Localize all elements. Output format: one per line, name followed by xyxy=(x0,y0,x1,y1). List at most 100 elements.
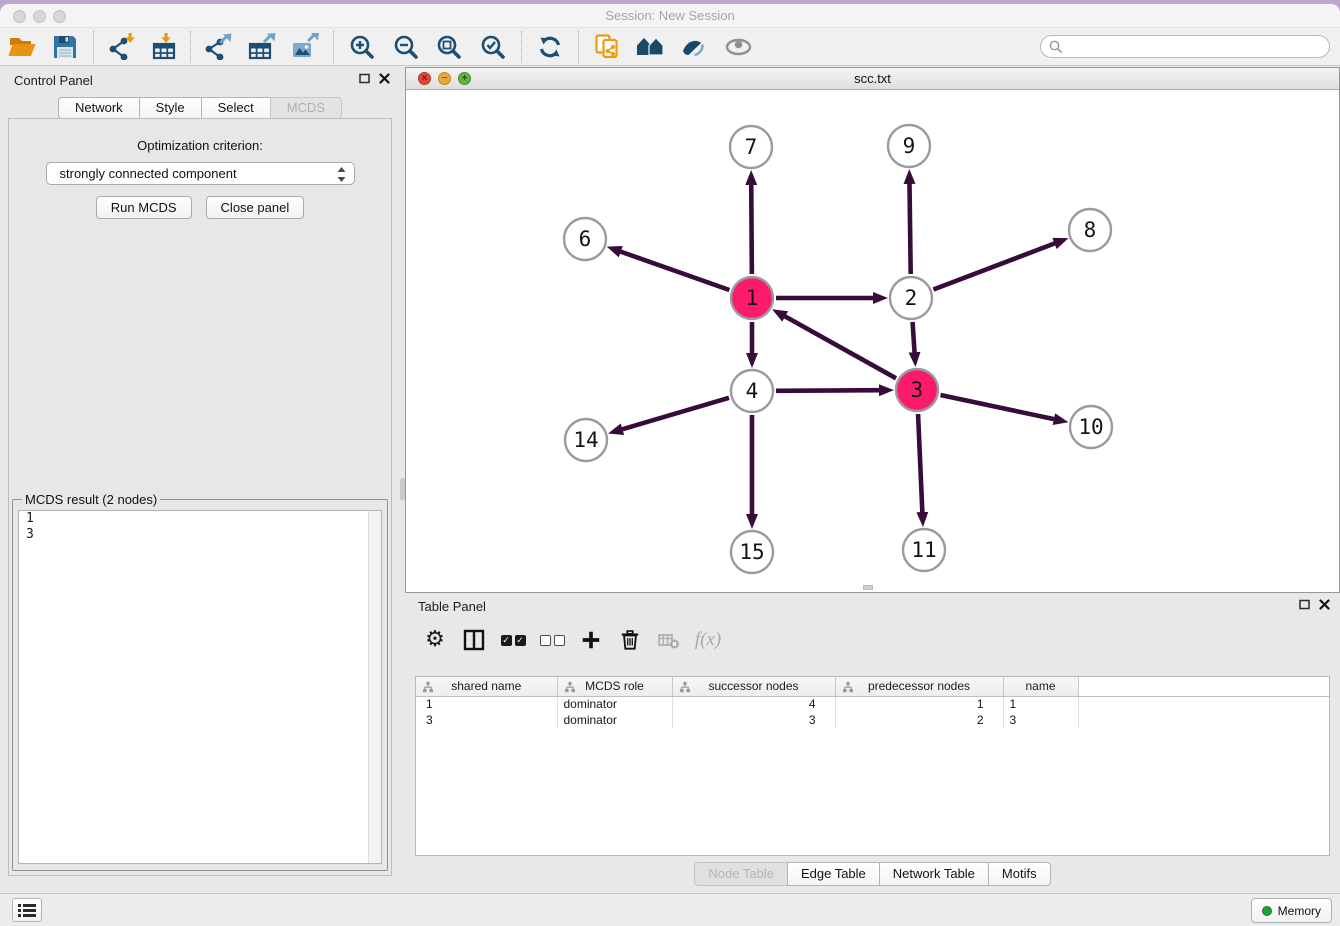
tab-style[interactable]: Style xyxy=(139,97,202,119)
zoom-in-button[interactable] xyxy=(347,32,377,62)
mcds-result-value: 1 xyxy=(19,511,381,527)
add-column-button[interactable] xyxy=(577,626,605,654)
table-row[interactable]: 1dominator411 xyxy=(416,696,1329,712)
svg-text:2: 2 xyxy=(905,286,918,310)
float-panel-icon[interactable] xyxy=(1299,599,1310,610)
checked-boxes-icon: ✓✓ xyxy=(501,635,526,646)
eye-button[interactable] xyxy=(723,32,753,62)
graph-edge-2-3[interactable] xyxy=(913,322,915,354)
table-cell[interactable]: 3 xyxy=(672,712,835,728)
zoom-selected-button[interactable] xyxy=(478,32,508,62)
graph-edge-1-7[interactable] xyxy=(751,183,752,274)
export-table-button[interactable] xyxy=(247,32,277,62)
tab-network[interactable]: Network xyxy=(58,97,140,119)
graph-edge-3-10[interactable] xyxy=(940,395,1055,420)
graph-edge-2-8[interactable] xyxy=(933,243,1056,290)
graph-node-4[interactable]: 4 xyxy=(731,370,773,412)
refresh-layout-button[interactable] xyxy=(535,32,565,62)
function-builder-button[interactable]: f(x) xyxy=(694,626,722,654)
graph-node-11[interactable]: 11 xyxy=(903,529,945,571)
export-image-button[interactable] xyxy=(290,32,320,62)
memory-button[interactable]: Memory xyxy=(1251,898,1332,923)
close-panel-icon[interactable] xyxy=(379,73,390,84)
table-cell[interactable]: 1 xyxy=(1003,696,1078,712)
criterion-dropdown[interactable]: strongly connected component xyxy=(46,162,355,185)
table-cell[interactable]: 3 xyxy=(416,712,557,728)
search-input[interactable] xyxy=(1067,37,1321,56)
run-mcds-button[interactable]: Run MCDS xyxy=(96,196,192,219)
table-cell-filler xyxy=(1078,696,1329,712)
fx-icon: f(x) xyxy=(695,629,721,651)
tab-mcds[interactable]: MCDS xyxy=(270,97,342,119)
export-image-icon xyxy=(291,33,319,60)
column-header-name[interactable]: name xyxy=(1003,677,1078,696)
tab-edge-table[interactable]: Edge Table xyxy=(787,862,880,886)
delete-table-button[interactable] xyxy=(655,626,683,654)
node-table: shared nameMCDS rolesuccessor nodesprede… xyxy=(415,676,1330,856)
graph-node-7[interactable]: 7 xyxy=(730,126,772,168)
export-network-button[interactable] xyxy=(203,32,233,62)
table-cell[interactable]: 2 xyxy=(835,712,1003,728)
duplicate-network-icon xyxy=(595,34,620,59)
graph-node-3[interactable]: 3 xyxy=(896,369,938,411)
network-window-title: scc.txt xyxy=(406,68,1339,90)
graph-node-10[interactable]: 10 xyxy=(1070,406,1112,448)
save-session-button[interactable] xyxy=(50,32,80,62)
network-canvas[interactable]: 1 2 3 4 6 7 8 9 10 11 14 15 xyxy=(406,90,1339,592)
graph-edge-3-1[interactable] xyxy=(783,316,896,379)
import-table-icon xyxy=(152,33,178,60)
graph-node-6[interactable]: 6 xyxy=(564,218,606,260)
tab-select[interactable]: Select xyxy=(201,97,271,119)
table-settings-button[interactable]: ⚙ xyxy=(421,626,449,654)
import-network-button[interactable] xyxy=(106,32,136,62)
open-session-button[interactable] xyxy=(7,32,37,62)
task-history-button[interactable] xyxy=(12,898,42,922)
table-cell[interactable]: 3 xyxy=(1003,712,1078,728)
column-header-mcds-role[interactable]: MCDS role xyxy=(557,677,672,696)
duplicate-network-button[interactable] xyxy=(592,32,622,62)
graph-edge-2-9[interactable] xyxy=(909,182,910,274)
table-cell[interactable]: dominator xyxy=(557,696,672,712)
style-preview-button[interactable] xyxy=(678,32,708,62)
graph-node-2[interactable]: 2 xyxy=(890,277,932,319)
table-cell[interactable]: 4 xyxy=(672,696,835,712)
mcds-result-text[interactable]: 13 xyxy=(18,510,382,864)
tab-motifs[interactable]: Motifs xyxy=(988,862,1051,886)
graph-node-15[interactable]: 15 xyxy=(731,531,773,573)
graph-edge-4-14[interactable] xyxy=(621,398,729,430)
splitter-handle-vertical[interactable] xyxy=(400,478,405,500)
close-panel-button[interactable]: Close panel xyxy=(206,196,305,219)
fit-content-button[interactable] xyxy=(434,32,464,62)
tab-node-table[interactable]: Node Table xyxy=(694,862,788,886)
column-header-predecessor-nodes[interactable]: predecessor nodes xyxy=(835,677,1003,696)
graph-node-9[interactable]: 9 xyxy=(888,125,930,167)
table-cell[interactable]: dominator xyxy=(557,712,672,728)
zoom-out-button[interactable] xyxy=(391,32,421,62)
deselect-all-columns-button[interactable] xyxy=(538,626,566,654)
tab-network-table[interactable]: Network Table xyxy=(879,862,989,886)
show-columns-button[interactable] xyxy=(460,626,488,654)
home-button[interactable] xyxy=(635,32,665,62)
column-header-shared-name[interactable]: shared name xyxy=(416,677,557,696)
graph-node-1[interactable]: 1 xyxy=(731,277,773,319)
graph-node-14[interactable]: 14 xyxy=(565,419,607,461)
open-folder-icon xyxy=(8,35,36,59)
table-cell[interactable]: 1 xyxy=(835,696,1003,712)
table-row[interactable]: 3dominator323 xyxy=(416,712,1329,728)
delete-column-button[interactable] xyxy=(616,626,644,654)
graph-edge-4-3[interactable] xyxy=(776,390,881,391)
import-table-button[interactable] xyxy=(150,32,180,62)
session-title: Session: New Session xyxy=(0,4,1340,28)
unchecked-boxes-icon xyxy=(540,635,565,646)
table-cell[interactable]: 1 xyxy=(416,696,557,712)
graph-node-8[interactable]: 8 xyxy=(1069,209,1111,251)
fit-content-icon xyxy=(436,34,462,60)
splitter-handle-horizontal[interactable] xyxy=(863,585,873,590)
column-header-successor-nodes[interactable]: successor nodes xyxy=(672,677,835,696)
close-panel-icon[interactable] xyxy=(1319,599,1330,610)
select-all-columns-button[interactable]: ✓✓ xyxy=(499,626,527,654)
graph-edge-3-11[interactable] xyxy=(918,414,922,514)
result-scrollbar[interactable] xyxy=(368,511,381,863)
float-panel-icon[interactable] xyxy=(359,73,370,84)
graph-edge-1-6[interactable] xyxy=(619,251,729,290)
